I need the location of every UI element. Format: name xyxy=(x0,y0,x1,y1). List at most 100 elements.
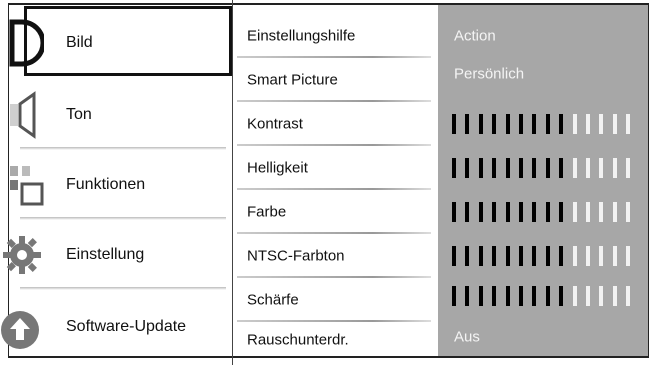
slider-tick xyxy=(612,114,617,134)
speaker-icon xyxy=(10,91,36,139)
update-arrow-icon xyxy=(1,311,39,349)
slider-tick xyxy=(452,246,456,266)
menu-item-label: Ton xyxy=(66,106,92,123)
slider-tick xyxy=(559,114,564,134)
slider-tick xyxy=(559,158,564,178)
slider-tick xyxy=(492,246,497,266)
slider-tick xyxy=(478,158,483,178)
farbe-slider[interactable] xyxy=(452,202,642,222)
slider-tick xyxy=(626,286,631,306)
menu-item-label: Bild xyxy=(66,34,93,51)
slider-tick xyxy=(519,246,523,266)
slider-tick xyxy=(545,114,550,134)
slider-tick xyxy=(599,114,604,134)
slider-tick xyxy=(452,158,456,178)
option-schaerfe[interactable]: Schärfe xyxy=(233,278,439,322)
slider-tick xyxy=(532,246,537,266)
slider-tick xyxy=(545,286,550,306)
main-menu: Bild Ton Funktionen Einstellung Software… xyxy=(0,0,232,365)
slider-tick xyxy=(465,158,470,178)
menu-item-einstellung[interactable]: Einstellung xyxy=(0,222,232,290)
option-label: Farbe xyxy=(247,203,287,221)
slider-tick xyxy=(599,246,604,266)
slider-tick xyxy=(626,114,631,134)
slider-tick xyxy=(626,246,631,266)
slider-tick xyxy=(612,286,617,306)
slider-tick xyxy=(572,246,577,266)
slider-tick xyxy=(586,158,590,178)
slider-tick xyxy=(505,158,510,178)
kontrast-slider[interactable] xyxy=(452,114,642,134)
slider-tick xyxy=(559,202,564,222)
option-label: Schärfe xyxy=(247,291,299,309)
slider-tick xyxy=(465,286,470,306)
option-ntsc-farbton[interactable]: NTSC-Farbton xyxy=(233,234,439,278)
helligkeit-slider[interactable] xyxy=(452,158,642,178)
menu-separator xyxy=(20,287,226,290)
option-einstellungshilfe[interactable]: Einstellungshilfe xyxy=(233,14,439,58)
features-icon xyxy=(10,166,44,206)
slider-tick xyxy=(586,114,590,134)
option-helligkeit[interactable]: Helligkeit xyxy=(233,146,439,190)
slider-tick xyxy=(572,202,577,222)
slider-tick xyxy=(519,114,523,134)
slider-tick xyxy=(519,202,523,222)
slider-tick xyxy=(452,114,456,134)
slider-tick xyxy=(545,158,550,178)
menu-item-funktionen[interactable]: Funktionen xyxy=(0,152,232,220)
slider-tick xyxy=(492,158,497,178)
slider-tick xyxy=(599,286,604,306)
option-farbe[interactable]: Farbe xyxy=(233,190,439,234)
slider-tick xyxy=(452,286,456,306)
slider-tick xyxy=(492,286,497,306)
slider-tick xyxy=(586,246,590,266)
slider-tick xyxy=(612,202,617,222)
slider-tick xyxy=(572,114,577,134)
value-text: Action xyxy=(454,27,496,45)
menu-item-label: Software-Update xyxy=(66,318,187,335)
slider-tick xyxy=(505,246,510,266)
slider-tick xyxy=(478,286,483,306)
slider-tick xyxy=(478,246,483,266)
slider-tick xyxy=(532,114,537,134)
slider-tick xyxy=(626,202,631,222)
frame-right-line xyxy=(648,3,649,358)
slider-tick xyxy=(572,286,577,306)
menu-item-software-update[interactable]: Software-Update xyxy=(0,294,232,360)
value-farbe xyxy=(438,190,648,234)
slider-tick xyxy=(519,158,523,178)
value-ntsc-farbton xyxy=(438,234,648,278)
slider-tick xyxy=(505,202,510,222)
value-schaerfe xyxy=(438,274,648,318)
menu-item-bild[interactable]: Bild xyxy=(0,10,232,76)
value-panel: Action Persönlich Aus xyxy=(438,5,648,356)
slider-tick xyxy=(599,158,604,178)
ntsc-farbton-slider[interactable] xyxy=(452,246,642,266)
option-rauschunterdr[interactable]: Rauschunterdr. xyxy=(233,318,439,362)
value-rauschunterdr: Aus xyxy=(438,315,648,359)
option-smart-picture[interactable]: Smart Picture xyxy=(233,58,439,102)
slider-tick xyxy=(612,246,617,266)
slider-tick xyxy=(465,246,470,266)
option-label: NTSC-Farbton xyxy=(247,247,345,265)
menu-item-ton[interactable]: Ton xyxy=(0,82,232,150)
option-kontrast[interactable]: Kontrast xyxy=(233,102,439,146)
slider-tick xyxy=(505,286,510,306)
value-helligkeit xyxy=(438,146,648,190)
slider-tick xyxy=(586,202,590,222)
option-label: Helligkeit xyxy=(247,159,308,177)
value-text: Aus xyxy=(454,328,480,346)
option-list: Einstellungshilfe Smart Picture Kontrast… xyxy=(232,0,439,365)
slider-tick xyxy=(465,114,470,134)
slider-tick xyxy=(572,158,577,178)
gear-icon xyxy=(3,236,41,274)
slider-tick xyxy=(545,202,550,222)
slider-tick xyxy=(465,202,470,222)
value-kontrast xyxy=(438,102,648,146)
slider-tick xyxy=(452,202,456,222)
slider-tick xyxy=(559,286,564,306)
option-label: Kontrast xyxy=(247,115,303,133)
schaerfe-slider[interactable] xyxy=(452,286,642,306)
menu-item-label: Funktionen xyxy=(66,176,146,193)
menu-item-label: Einstellung xyxy=(66,246,145,263)
